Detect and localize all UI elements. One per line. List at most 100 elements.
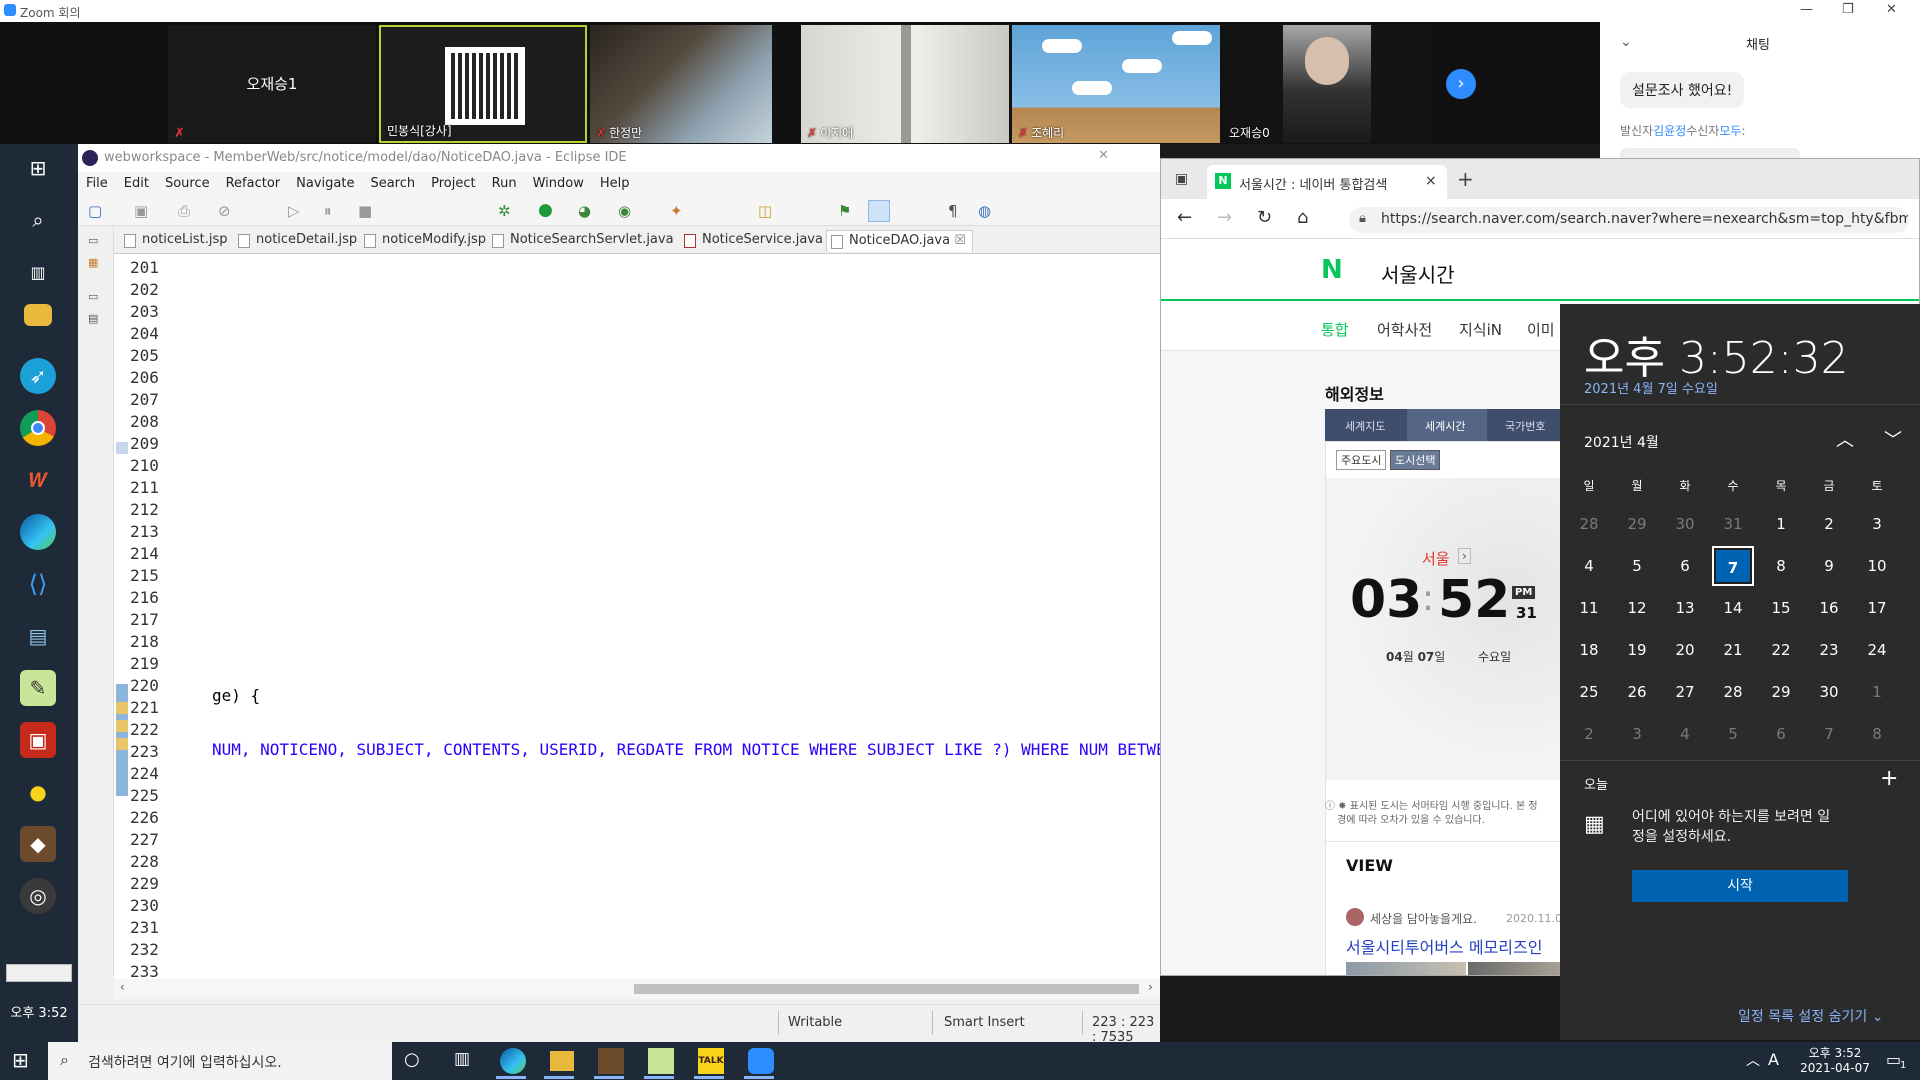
status-cursor-position[interactable]: 223 : 223 : 7535 [1092,1015,1160,1045]
chat-sender[interactable]: 김윤정 [1653,124,1686,138]
menu-edit[interactable]: Edit [116,172,157,191]
scroll-right-icon[interactable]: › [1148,980,1153,994]
view-link[interactable]: 서울시티투어버스 메모리즈인 [1346,934,1542,958]
code-line-220[interactable]: ge) { [212,686,260,705]
calendar-day[interactable]: 25 [1568,672,1610,712]
minimize-view-icon[interactable]: ▭ [88,234,98,247]
tab-noticelist-jsp[interactable]: noticeList.jsp [120,230,234,252]
calendar-day[interactable]: 3 [1616,714,1658,754]
chevron-right-icon[interactable]: › [1458,548,1471,564]
presentation-icon[interactable]: ▣ [20,722,56,758]
calendar-day[interactable]: 21 [1712,630,1754,670]
outline-icon[interactable]: ▤ [88,312,98,325]
calendar-day[interactable]: 5 [1712,714,1754,754]
remote-desktop-icon[interactable]: ▤ [20,618,56,654]
restore-icon[interactable]: ❐ [1842,2,1854,17]
nav-tab-dictionary[interactable]: 어학사전 [1377,319,1432,340]
minimize-view-icon[interactable]: ▭ [88,290,98,303]
taskbar-search-box[interactable]: ⌕ 검색하려면 여기에 입력하십시오. [48,1042,392,1080]
suspend-icon[interactable]: ⏸ [324,202,332,220]
city-name[interactable]: 서울 [1422,548,1450,569]
next-page-arrow-icon[interactable]: › [1446,69,1476,99]
participant-tile[interactable]: 오재승1 ✗ [168,25,376,143]
app-icon[interactable]: 𝑾 [20,462,56,498]
chevron-up-icon[interactable]: ︿ [1746,1050,1760,1070]
menu-window[interactable]: Window [525,172,592,191]
menu-navigate[interactable]: Navigate [288,172,362,191]
new-tab-icon[interactable]: + [1457,167,1474,191]
edge-icon[interactable] [500,1048,526,1074]
start-windows-icon[interactable]: ⊞ [12,1048,29,1072]
calendar-day[interactable]: 29 [1760,672,1802,712]
chevron-down-icon[interactable]: ﹀ [1884,426,1902,452]
close-tab-icon[interactable]: × [1425,173,1437,189]
calendar-day[interactable]: 27 [1664,672,1706,712]
calendar-day[interactable]: 30 [1808,672,1850,712]
lock-icon[interactable]: 🔒︎ [1359,211,1366,226]
calendar-day[interactable]: 31 [1712,504,1754,544]
tab-actions-icon[interactable]: ▣ [1175,171,1188,187]
subtab-major-cities[interactable]: 주요도시 [1336,450,1387,470]
naver-logo[interactable]: N [1321,255,1343,285]
month-label[interactable]: 2021년 4월 [1584,432,1659,452]
chevron-up-icon[interactable]: ︿ [1836,426,1854,452]
windows-icon[interactable]: ⊞ [20,150,56,186]
add-event-icon[interactable]: + [1880,766,1898,791]
game-icon[interactable]: ◆ [20,826,56,862]
calendar-day[interactable]: 5 [1616,546,1658,586]
status-insert-mode[interactable]: Smart Insert [944,1015,1025,1030]
game-icon[interactable] [598,1048,624,1074]
participant-tile[interactable]: 오재승0 [1223,25,1431,143]
new-icon[interactable]: ▢ [88,202,102,220]
file-explorer-icon[interactable] [550,1051,574,1071]
calendar-day[interactable]: 14 [1712,588,1754,628]
calendar-day[interactable]: 1 [1760,504,1802,544]
participant-tile[interactable]: ✗ 조혜리 [1012,25,1220,143]
tab-noticemodify-jsp[interactable]: noticeModify.jsp [360,230,492,252]
calendar-day[interactable]: 18 [1568,630,1610,670]
tab-noticedetail-jsp[interactable]: noticeDetail.jsp [234,230,363,252]
back-icon[interactable]: ← [1177,207,1192,228]
nav-tab-images[interactable]: 이미 [1527,319,1555,340]
run-icon[interactable]: ● [538,200,553,220]
calendar-day-today[interactable]: 7 [1712,546,1754,586]
home-icon[interactable]: ⌂ [1297,207,1308,228]
calendar-day[interactable]: 4 [1568,546,1610,586]
refresh-icon[interactable]: ↻ [1257,207,1272,228]
calendar-day[interactable]: 1 [1856,672,1898,712]
chevron-down-icon[interactable]: ⌄ [1620,34,1632,50]
new-server-icon[interactable]: ✦ [670,202,683,220]
left-taskbar-clock[interactable]: 오후 3:52 [0,1002,78,1021]
calendar-day[interactable]: 9 [1808,546,1850,586]
calendar-day[interactable]: 24 [1856,630,1898,670]
close-icon[interactable]: ✕ [1886,2,1897,17]
info-tab-world-time[interactable]: 세계시간 [1425,418,1465,434]
close-tab-icon[interactable]: ☒ [954,233,966,248]
calendar-day[interactable]: 2 [1568,714,1610,754]
vscode-icon[interactable]: ⟨⟩ [20,566,56,602]
calendar-day[interactable]: 6 [1664,546,1706,586]
notes-icon[interactable]: ✎ [20,670,56,706]
calendar-day[interactable]: 20 [1664,630,1706,670]
calendar-day[interactable]: 2 [1808,504,1850,544]
forward-icon[interactable]: → [1217,207,1232,228]
hide-agenda-link[interactable]: 일정 목록 설정 숨기기 ⌄ [1738,1006,1883,1026]
close-icon[interactable]: ✕ [1098,148,1109,163]
code-line-223[interactable]: NUM, NOTICENO, SUBJECT, CONTENTS, USERID… [212,740,1233,759]
minimize-icon[interactable]: — [1800,2,1813,17]
tab-noticesearchservlet-java[interactable]: NoticeSearchServlet.java [488,230,680,252]
external-tools-icon[interactable]: ◉ [618,202,631,220]
calendar-day[interactable]: 8 [1760,546,1802,586]
search-query[interactable]: 서울시간 [1381,259,1455,288]
view-thumbnail[interactable] [1346,962,1466,975]
view-author[interactable]: 세상을 담아놓을게요. [1370,910,1477,927]
zoom-icon[interactable] [748,1048,774,1074]
calendar-day[interactable]: 29 [1616,504,1658,544]
menu-run[interactable]: Run [484,172,525,191]
participant-tile-active[interactable]: 민봉식[강사] [379,25,587,143]
calendar-day[interactable]: 26 [1616,672,1658,712]
calendar-day[interactable]: 3 [1856,504,1898,544]
start-button[interactable]: 시작 [1632,870,1848,902]
calendar-day[interactable]: 22 [1760,630,1802,670]
scroll-left-icon[interactable]: ‹ [120,980,125,994]
